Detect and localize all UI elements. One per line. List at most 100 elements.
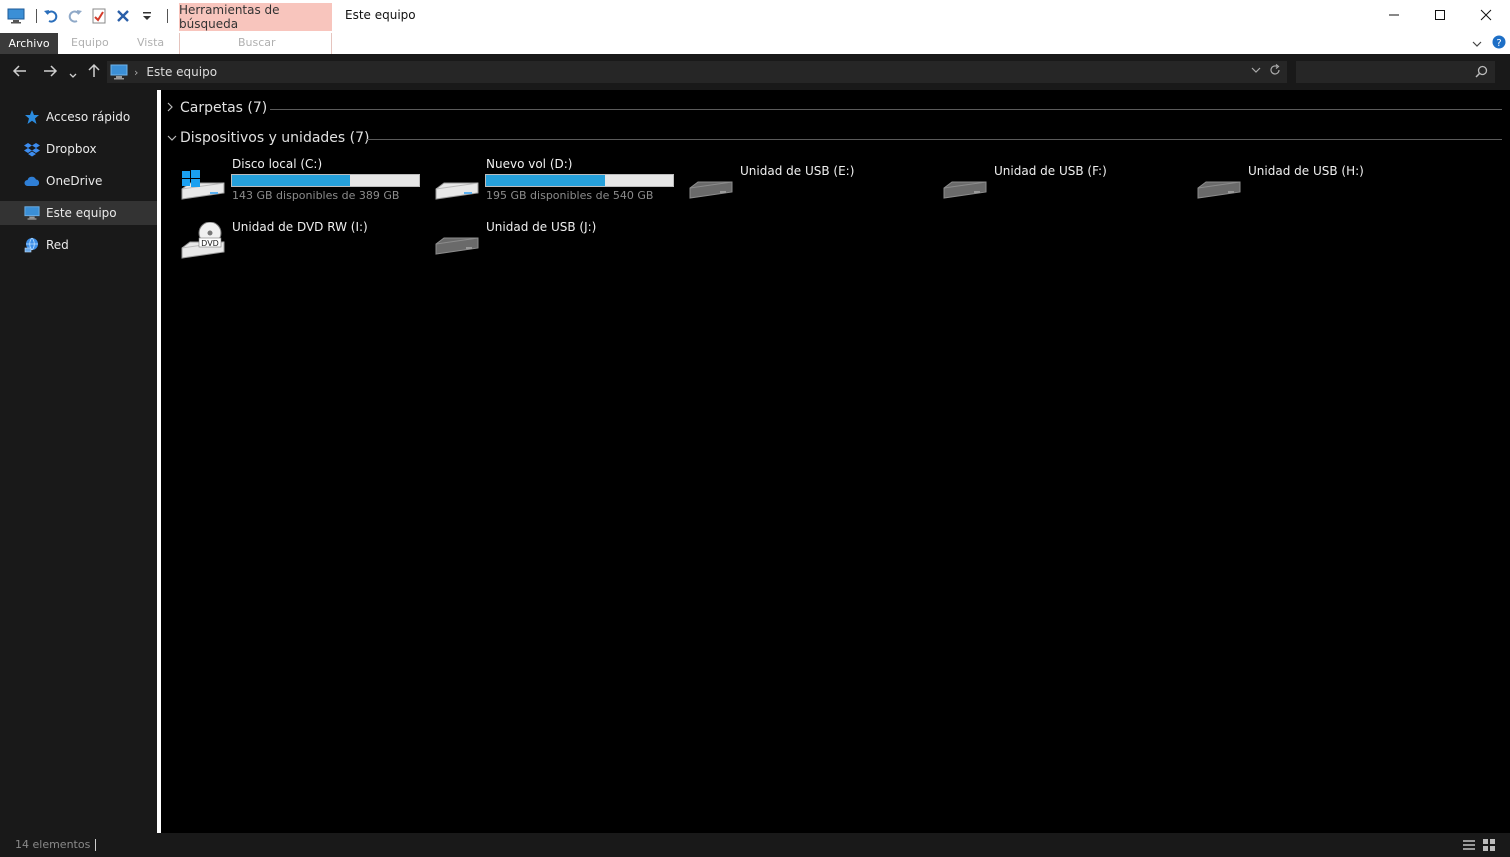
minimize-button[interactable] bbox=[1371, 0, 1417, 30]
help-icon[interactable]: ? bbox=[1492, 35, 1506, 52]
drive-usage-fill bbox=[232, 175, 351, 186]
properties-icon[interactable] bbox=[89, 6, 109, 26]
maximize-button[interactable] bbox=[1417, 0, 1463, 30]
drive-name: Disco local (C:) bbox=[232, 157, 323, 171]
search-tools-context-tab[interactable]: Herramientas de búsqueda bbox=[179, 3, 332, 31]
navigation-pane: Acceso rápido Dropbox OneDrive Este equi… bbox=[0, 90, 157, 833]
drive-name: Unidad de USB (H:) bbox=[1248, 164, 1364, 178]
group-header-dispositivos[interactable]: Dispositivos y unidades (7) bbox=[166, 130, 370, 146]
drive-usage-bar bbox=[231, 174, 420, 187]
undo-icon[interactable] bbox=[41, 6, 61, 26]
dvd-drive-icon: DVD bbox=[180, 221, 228, 270]
maximize-icon bbox=[1435, 10, 1445, 20]
drive-free-space: 143 GB disponibles de 389 GB bbox=[232, 189, 400, 202]
drive-name: Unidad de DVD RW (I:) bbox=[232, 220, 368, 234]
sidebar-item-dropbox[interactable]: Dropbox bbox=[0, 137, 157, 161]
sidebar-item-onedrive[interactable]: OneDrive bbox=[0, 169, 157, 193]
dropbox-icon bbox=[24, 141, 40, 157]
drive-tile-f[interactable]: Unidad de USB (F:) bbox=[942, 164, 1192, 216]
customize-dropdown-icon[interactable] bbox=[137, 6, 157, 26]
group-divider bbox=[270, 109, 1502, 110]
computer-icon bbox=[24, 205, 40, 221]
search-input[interactable] bbox=[1296, 61, 1495, 83]
address-dropdown-icon[interactable] bbox=[1251, 64, 1261, 79]
group-title: Dispositivos y unidades (7) bbox=[180, 130, 370, 146]
address-bar-actions bbox=[1251, 64, 1281, 79]
sidebar-item-label: Acceso rápido bbox=[46, 110, 131, 124]
back-arrow-icon[interactable] bbox=[12, 63, 28, 83]
close-icon bbox=[1480, 9, 1492, 21]
qat-end-separator bbox=[167, 9, 168, 23]
qat-separator bbox=[36, 9, 37, 23]
tab-equipo[interactable]: Equipo bbox=[71, 36, 109, 49]
drive-free-space: 195 GB disponibles de 540 GB bbox=[486, 189, 654, 202]
navigation-bar: › Este equipo bbox=[0, 54, 1510, 90]
close-button[interactable] bbox=[1463, 0, 1509, 30]
drive-usage-bar bbox=[485, 174, 674, 187]
pane-splitter[interactable] bbox=[157, 90, 161, 833]
drive-tile-e[interactable]: Unidad de USB (E:) bbox=[688, 164, 938, 216]
redo-icon[interactable] bbox=[65, 6, 85, 26]
usb-drive-icon bbox=[434, 222, 482, 270]
quick-access-toolbar bbox=[6, 5, 168, 27]
ribbon-tab-row: Archivo Equipo Vista Buscar ? bbox=[0, 33, 1510, 54]
tab-buscar[interactable]: Buscar bbox=[238, 36, 276, 49]
chevron-right-icon[interactable] bbox=[166, 101, 180, 116]
drive-tile-h[interactable]: Unidad de USB (H:) bbox=[1196, 164, 1446, 216]
title-bar: Herramientas de búsqueda Este equipo bbox=[0, 0, 1510, 33]
sidebar-item-acceso-rapido[interactable]: Acceso rápido bbox=[0, 105, 157, 129]
drive-tile-j[interactable]: Unidad de USB (J:) bbox=[434, 220, 684, 272]
breadcrumb-separator-icon[interactable]: › bbox=[134, 66, 138, 79]
network-icon bbox=[24, 237, 40, 253]
tab-archivo[interactable]: Archivo bbox=[0, 33, 58, 54]
forward-arrow-icon[interactable] bbox=[42, 63, 58, 83]
minimize-icon bbox=[1389, 14, 1399, 16]
sidebar-item-label: Red bbox=[46, 238, 69, 252]
drive-name: Unidad de USB (F:) bbox=[994, 164, 1107, 178]
refresh-icon[interactable] bbox=[1269, 64, 1281, 79]
drive-usage-fill bbox=[486, 175, 606, 186]
drive-name: Unidad de USB (E:) bbox=[740, 164, 855, 178]
sidebar-item-label: OneDrive bbox=[46, 174, 103, 188]
computer-icon[interactable] bbox=[6, 6, 26, 26]
expand-ribbon-icon[interactable] bbox=[1472, 37, 1482, 51]
sidebar-item-este-equipo[interactable]: Este equipo bbox=[0, 201, 157, 225]
search-icon[interactable] bbox=[1475, 65, 1488, 81]
delete-icon[interactable] bbox=[113, 6, 133, 26]
drive-name: Nuevo vol (D:) bbox=[486, 157, 573, 171]
ribbon-right-controls: ? bbox=[1472, 33, 1506, 54]
windows-drive-icon bbox=[180, 159, 228, 207]
details-view-icon[interactable] bbox=[1462, 838, 1476, 855]
breadcrumb[interactable]: Este equipo bbox=[146, 65, 217, 79]
drive-tile-i[interactable]: DVD Unidad de DVD RW (I:) bbox=[180, 220, 430, 272]
drive-name: Unidad de USB (J:) bbox=[486, 220, 597, 234]
drive-tile-c[interactable]: Disco local (C:) 143 GB disponibles de 3… bbox=[180, 157, 430, 209]
drive-tile-d[interactable]: Nuevo vol (D:) 195 GB disponibles de 540… bbox=[434, 157, 684, 209]
view-toggle bbox=[1462, 838, 1496, 855]
sidebar-item-label: Este equipo bbox=[46, 206, 117, 220]
computer-icon bbox=[110, 64, 128, 80]
status-separator bbox=[95, 839, 96, 851]
tiles-view-icon[interactable] bbox=[1482, 838, 1496, 855]
usb-drive-icon bbox=[688, 166, 736, 214]
tab-vista[interactable]: Vista bbox=[137, 36, 164, 49]
svg-text:?: ? bbox=[1496, 38, 1501, 49]
window-title: Este equipo bbox=[345, 8, 416, 22]
star-icon bbox=[24, 109, 40, 125]
up-arrow-icon[interactable] bbox=[86, 63, 102, 83]
cloud-icon bbox=[24, 173, 40, 189]
usb-drive-icon bbox=[942, 166, 990, 214]
chevron-down-icon[interactable] bbox=[166, 131, 180, 145]
sidebar-item-label: Dropbox bbox=[46, 142, 97, 156]
recent-locations-chevron-icon[interactable] bbox=[68, 66, 78, 85]
group-header-carpetas[interactable]: Carpetas (7) bbox=[166, 100, 267, 116]
status-bar: 14 elementos bbox=[0, 833, 1510, 857]
sidebar-item-red[interactable]: Red bbox=[0, 233, 157, 257]
usb-drive-icon bbox=[1196, 166, 1244, 214]
dvd-logo-text: DVD bbox=[201, 239, 219, 248]
group-divider bbox=[367, 139, 1502, 140]
group-title: Carpetas (7) bbox=[180, 100, 268, 116]
item-count: 14 elementos bbox=[15, 838, 91, 851]
hard-drive-icon bbox=[434, 159, 482, 207]
address-bar[interactable]: › Este equipo bbox=[107, 61, 1287, 83]
